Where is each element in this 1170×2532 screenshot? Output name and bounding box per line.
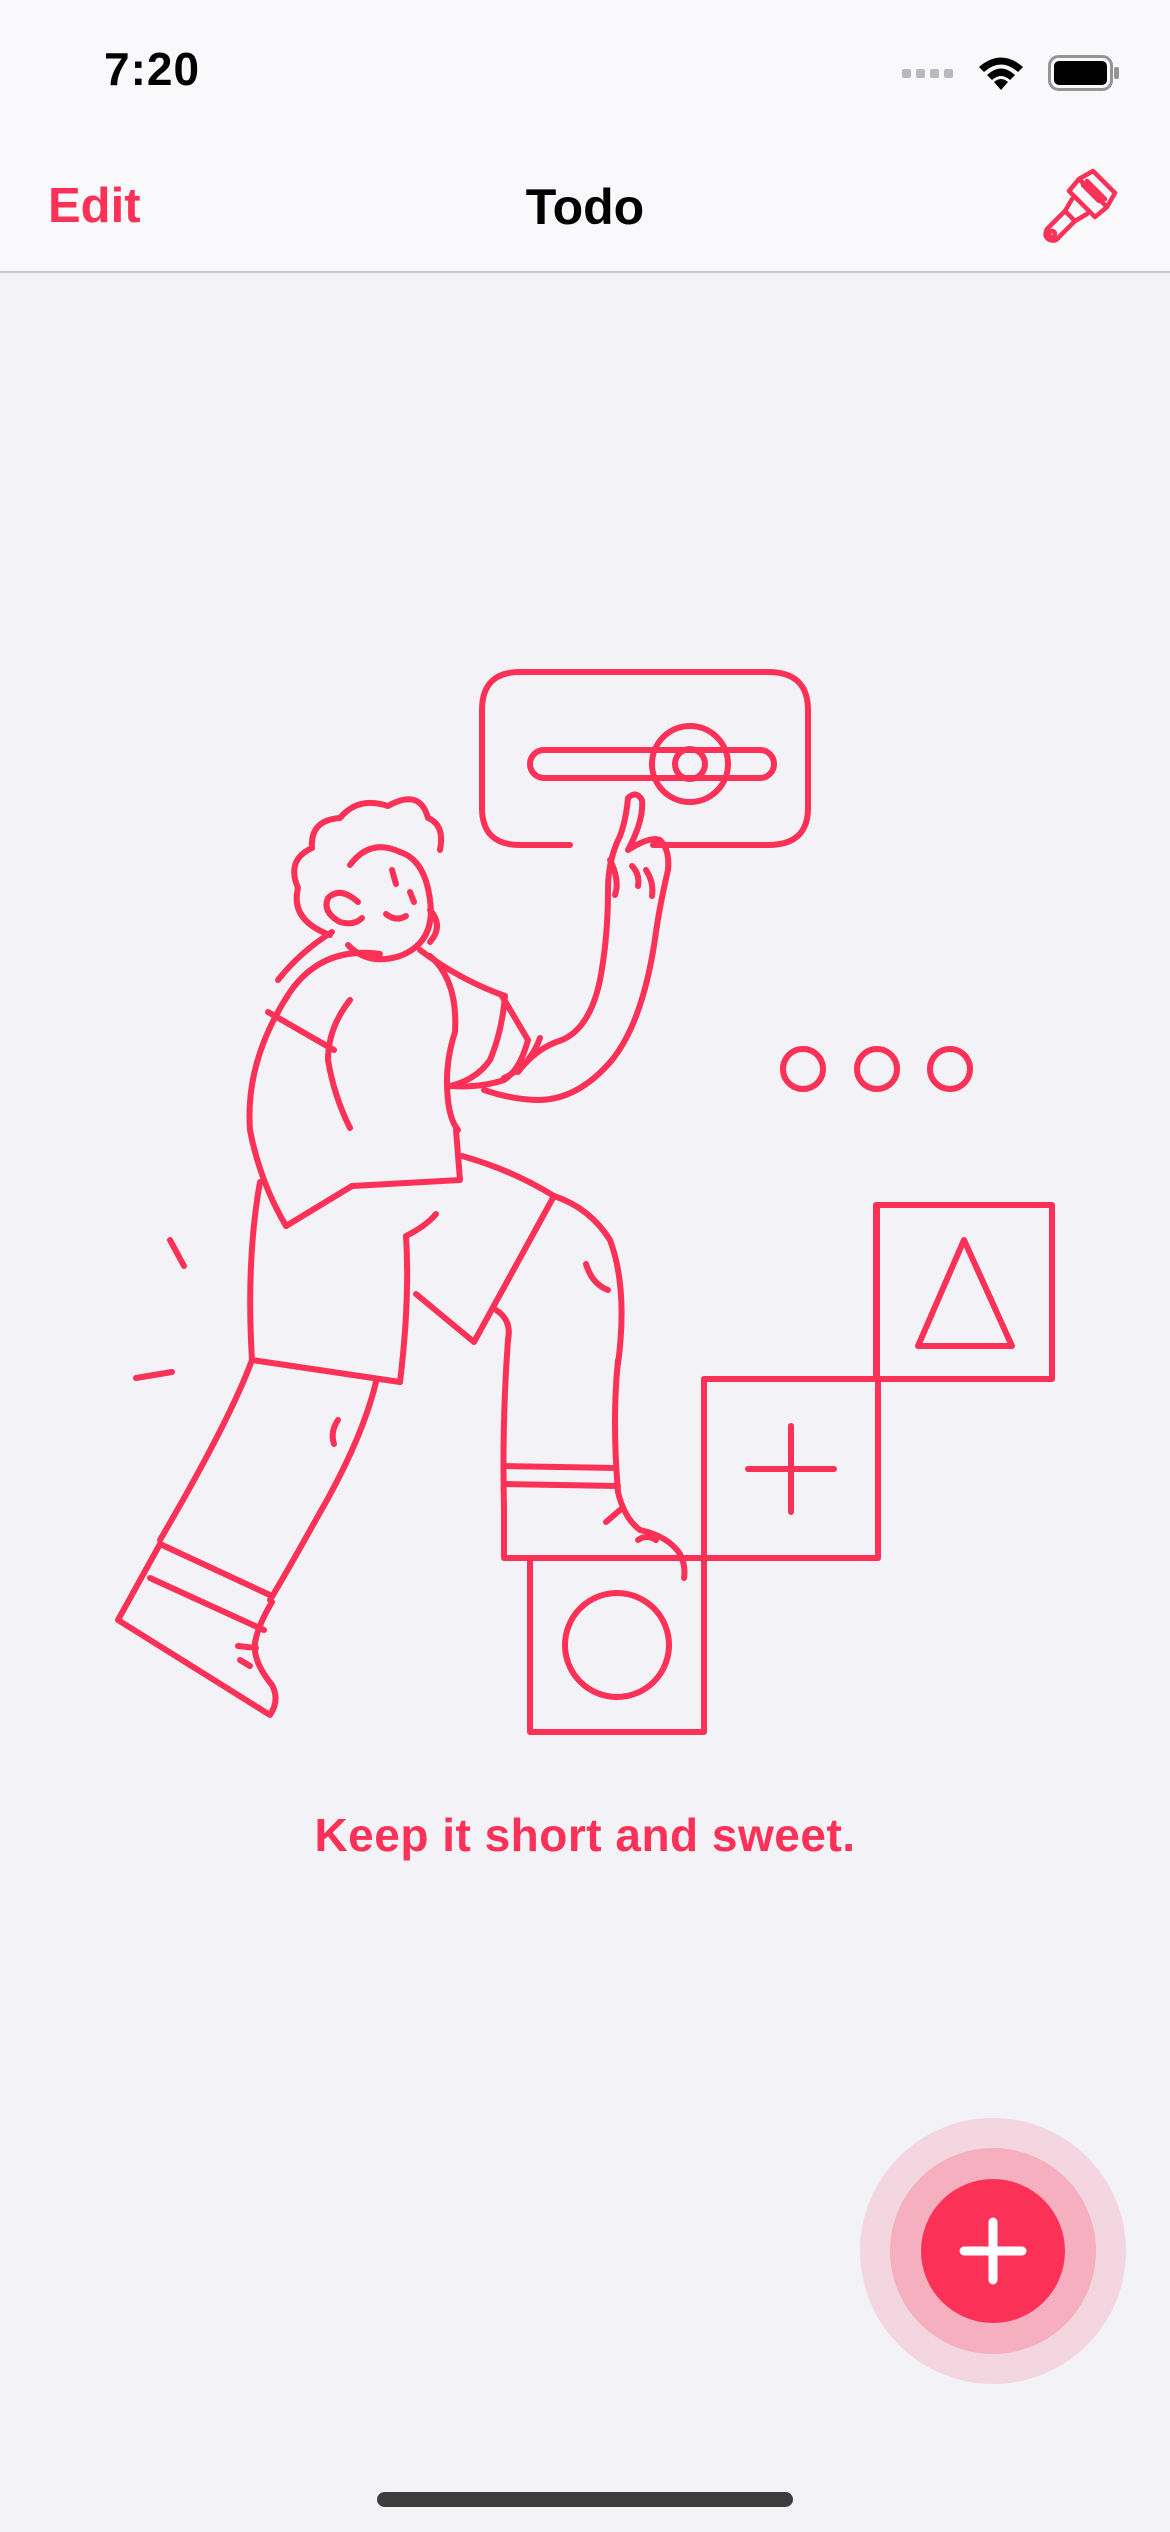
theme-button[interactable] [1036,164,1122,250]
status-icons [902,48,1120,98]
empty-state-message: Keep it short and sweet. [314,1809,856,1861]
plus-icon [959,2217,1027,2285]
top-bar: 7:20 Edit Todo [0,0,1170,273]
person-pressing-slider-illustration [115,669,1055,1735]
paintbrush-icon [1043,168,1118,243]
add-task-button[interactable] [921,2179,1065,2323]
wifi-icon [979,57,1023,90]
todo-screen: 7:20 Edit Todo Keep it short and sweet. [0,0,1170,2532]
status-time: 7:20 [104,43,201,95]
battery-icon [1048,55,1119,91]
home-indicator[interactable] [377,2492,793,2507]
page-title: Todo [525,179,645,235]
cellular-signal-icon [902,69,953,78]
